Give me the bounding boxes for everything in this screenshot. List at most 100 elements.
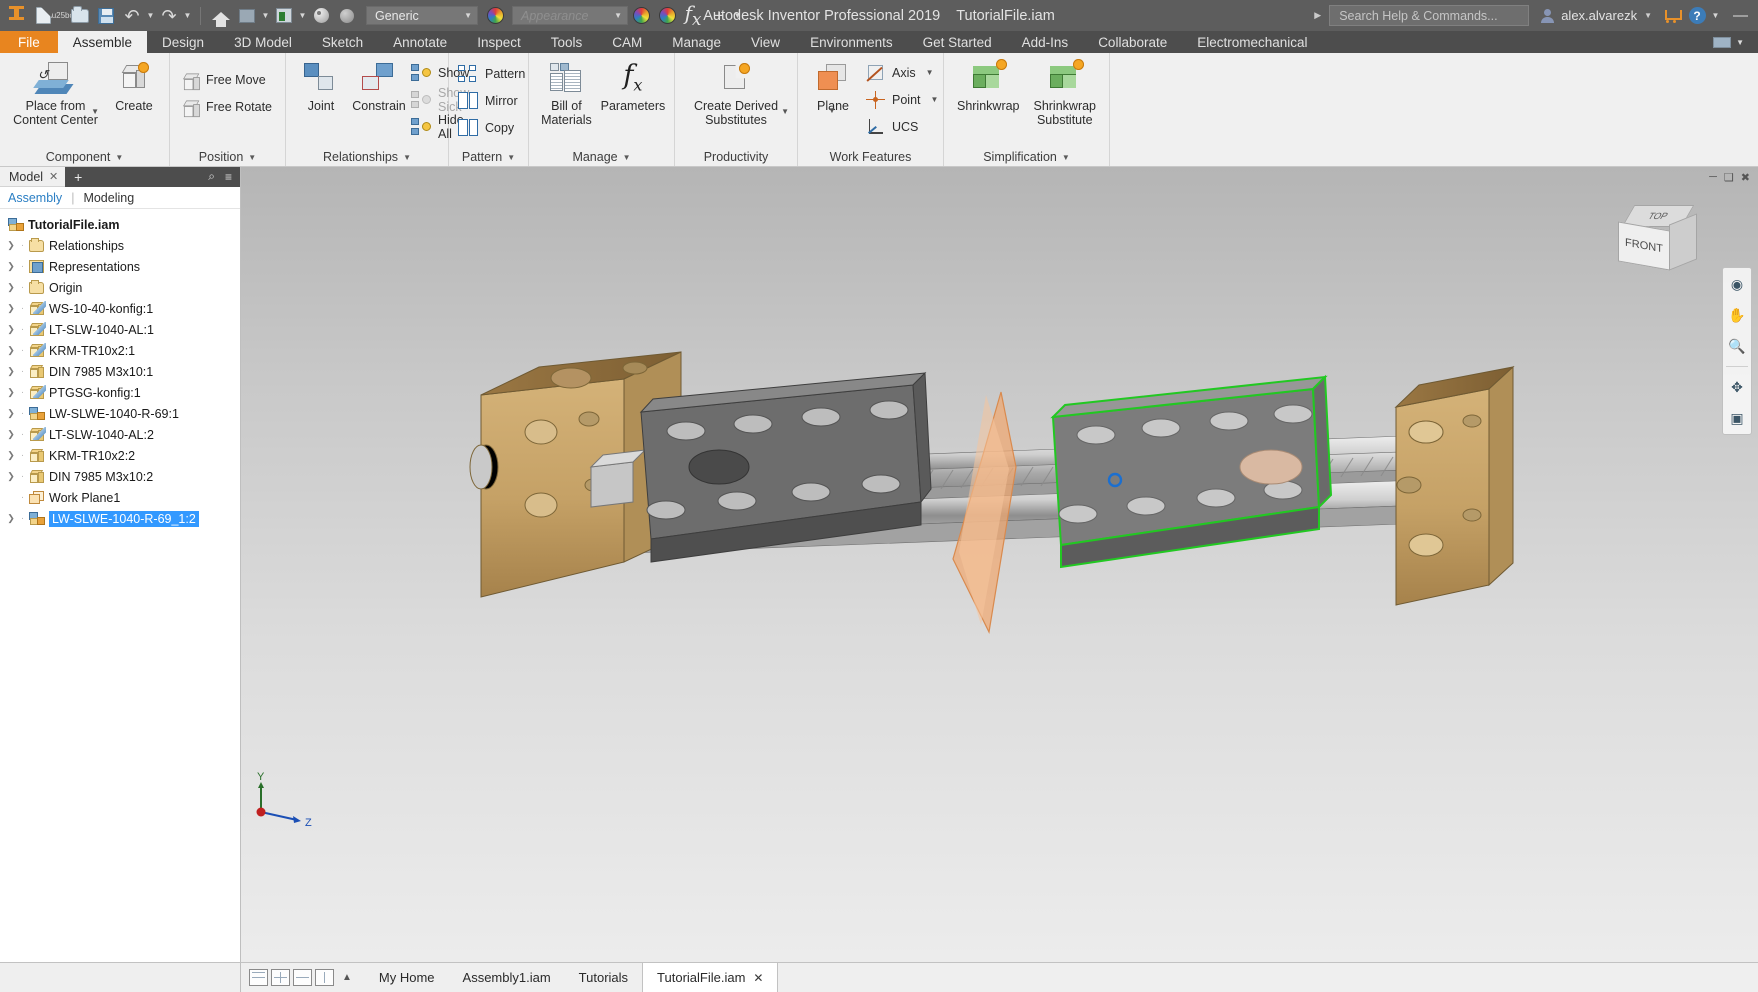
mirror-button[interactable]: Mirror — [455, 88, 531, 113]
place-dropdown-caret-icon[interactable]: ▼ — [91, 107, 99, 116]
appearance-browser-dropdown[interactable]: ▼ — [297, 3, 308, 29]
search-help-input[interactable]: Search Help & Commands... — [1329, 5, 1530, 26]
save-button[interactable] — [93, 3, 119, 29]
tab-get-started[interactable]: Get Started — [908, 31, 1007, 53]
doc-tab-tutorials[interactable]: Tutorials — [565, 963, 642, 992]
appearance-browser-button[interactable] — [271, 3, 297, 29]
derived-dropdown-caret-icon[interactable]: ▼ — [781, 107, 789, 116]
tab-file[interactable]: File — [0, 31, 58, 53]
free-rotate-button[interactable]: Free Rotate — [176, 94, 278, 119]
tree-item[interactable]: ❯ · LT-SLW-1040-AL:1 — [0, 319, 240, 340]
open-file-button[interactable] — [67, 3, 93, 29]
tab-inspect[interactable]: Inspect — [462, 31, 536, 53]
tab-environments[interactable]: Environments — [795, 31, 908, 53]
create-derived-substitutes-button[interactable]: Create Derived Substitutes ▼ — [681, 58, 791, 130]
tree-item[interactable]: ❯ · Representations — [0, 256, 240, 277]
chevron-right-icon[interactable]: ❯ — [4, 366, 18, 377]
tree-item[interactable]: ❯ · WS-10-40-konfig:1 — [0, 298, 240, 319]
tree-item[interactable]: ❯ · KRM-TR10x2:2 — [0, 445, 240, 466]
user-account-menu[interactable]: alex.alvarezk ▼ — [1541, 8, 1652, 23]
ucs-button[interactable]: UCS — [862, 114, 944, 139]
ribbon-display-options[interactable]: ▼ — [1699, 31, 1758, 53]
inventor-logo-button[interactable] — [4, 3, 30, 29]
panel-label-relationships[interactable]: Relationships ▼ — [286, 148, 448, 166]
panel-label-simplification[interactable]: Simplification ▼ — [944, 148, 1109, 166]
tree-item[interactable]: ❯ · DIN 7985 M3x10:1 — [0, 361, 240, 382]
search-icon[interactable]: ⌕ — [208, 169, 215, 184]
axis-button[interactable]: Axis ▼ — [862, 60, 944, 85]
shrinkwrap-substitute-button[interactable]: Shrinkwrap Substitute — [1027, 58, 1104, 130]
chevron-right-icon[interactable]: ❯ — [4, 408, 18, 419]
tile-icon[interactable] — [249, 969, 268, 986]
close-icon[interactable]: ✕ — [49, 170, 58, 183]
close-icon[interactable]: ✕ — [753, 971, 763, 985]
tree-item[interactable]: ❯ · LT-SLW-1040-AL:2 — [0, 424, 240, 445]
chevron-right-icon[interactable]: ❯ — [4, 345, 18, 356]
material-dropdown[interactable]: Generic ▼ — [366, 6, 478, 25]
3d-viewport[interactable]: ─ ❑ ✖ TOP FRONT ◉ ✋ 🔍 ✥ ▣ Y Z — [241, 167, 1758, 962]
browser-add-tab-button[interactable]: + — [65, 166, 92, 187]
chevron-right-icon[interactable]: ❯ — [4, 450, 18, 461]
tab-add-ins[interactable]: Add-Ins — [1007, 31, 1084, 53]
chevron-right-icon[interactable]: ❯ — [4, 261, 18, 272]
home-button[interactable] — [208, 3, 234, 29]
grid-icon[interactable] — [271, 969, 290, 986]
panel-label-manage[interactable]: Manage ▼ — [529, 148, 674, 166]
parameters-quick-button[interactable]: fx — [680, 3, 706, 29]
tree-item[interactable]: TutorialFile.iam — [0, 214, 240, 235]
chevron-right-icon[interactable]: ❯ — [4, 324, 18, 335]
panel-label-position[interactable]: Position ▼ — [170, 148, 285, 166]
window-minimize-button[interactable]: — — [1733, 7, 1748, 24]
tab-cam[interactable]: CAM — [597, 31, 657, 53]
bill-of-materials-button[interactable]: Bill of Materials — [535, 58, 598, 130]
panel-label-work-features[interactable]: Work Features — [798, 148, 943, 166]
redo-dropdown[interactable]: ▼ — [182, 3, 193, 29]
chevron-right-icon[interactable]: ❯ — [4, 513, 18, 524]
material-browser-button[interactable] — [234, 3, 260, 29]
clear-appearance-override-button[interactable] — [654, 3, 680, 29]
browser-subtab-modeling[interactable]: Modeling — [83, 191, 134, 205]
doc-tab-tutorialfile[interactable]: TutorialFile.iam ✕ — [642, 961, 779, 992]
tab-collaborate[interactable]: Collaborate — [1083, 31, 1182, 53]
help-dropdown[interactable]: ▼ — [1710, 3, 1721, 29]
chevron-right-icon[interactable]: ❯ — [4, 429, 18, 440]
panel-label-pattern[interactable]: Pattern ▼ — [449, 148, 528, 166]
place-from-content-center-button[interactable]: ↺ Place from Content Center ▼ — [6, 58, 105, 130]
redo-button[interactable]: ↷ — [156, 3, 182, 29]
chevron-right-icon[interactable]: ❯ — [4, 387, 18, 398]
chevron-right-icon[interactable]: ❯ — [4, 303, 18, 314]
tree-item[interactable]: ❯ · LW-SLWE-1040-R-69_1:2 — [0, 508, 240, 529]
plane-dropdown-caret-icon[interactable]: ▼ — [828, 106, 836, 115]
tree-item[interactable]: ❯ · Origin — [0, 277, 240, 298]
joint-button[interactable]: Joint — [292, 58, 350, 115]
tree-item[interactable]: ❯ · PTGSG-konfig:1 — [0, 382, 240, 403]
tab-electromechanical[interactable]: Electromechanical — [1182, 31, 1322, 53]
chevron-right-icon[interactable]: ❯ — [4, 282, 18, 293]
undo-dropdown[interactable]: ▼ — [145, 3, 156, 29]
global-sphere-button[interactable] — [334, 3, 360, 29]
browser-subtab-assembly[interactable]: Assembly — [8, 191, 62, 205]
new-file-button[interactable] — [30, 3, 56, 29]
create-component-button[interactable]: Create — [105, 58, 163, 115]
chevron-right-icon[interactable]: ❯ — [4, 471, 18, 482]
doc-tab-assembly1[interactable]: Assembly1.iam — [449, 963, 565, 992]
assembly-model-graphics[interactable]: Y Z — [241, 167, 1758, 962]
tree-item[interactable]: ❯ · KRM-TR10x2:1 — [0, 340, 240, 361]
shrinkwrap-button[interactable]: Shrinkwrap — [950, 58, 1027, 115]
tab-annotate[interactable]: Annotate — [378, 31, 462, 53]
tab-tools[interactable]: Tools — [536, 31, 598, 53]
help-button[interactable]: ? — [1684, 3, 1710, 29]
tab-assemble[interactable]: Assemble — [57, 31, 148, 53]
horizontal-split-icon[interactable] — [293, 969, 312, 986]
scroll-up-icon[interactable]: ▲ — [337, 972, 357, 983]
browser-tab-model[interactable]: Model ✕ — [0, 167, 65, 187]
sphere-gray-button[interactable] — [308, 3, 334, 29]
tab-view[interactable]: View — [736, 31, 795, 53]
point-dropdown-caret-icon[interactable]: ▼ — [931, 95, 939, 104]
parameters-button[interactable]: fx Parameters — [598, 58, 668, 115]
tree-item[interactable]: · Work Plane1 — [0, 487, 240, 508]
tab-3d-model[interactable]: 3D Model — [219, 31, 307, 53]
appearance-dropdown[interactable]: Appearance ▼ — [512, 6, 628, 25]
tree-item[interactable]: ❯ · LW-SLWE-1040-R-69:1 — [0, 403, 240, 424]
tree-item[interactable]: ❯ · Relationships — [0, 235, 240, 256]
